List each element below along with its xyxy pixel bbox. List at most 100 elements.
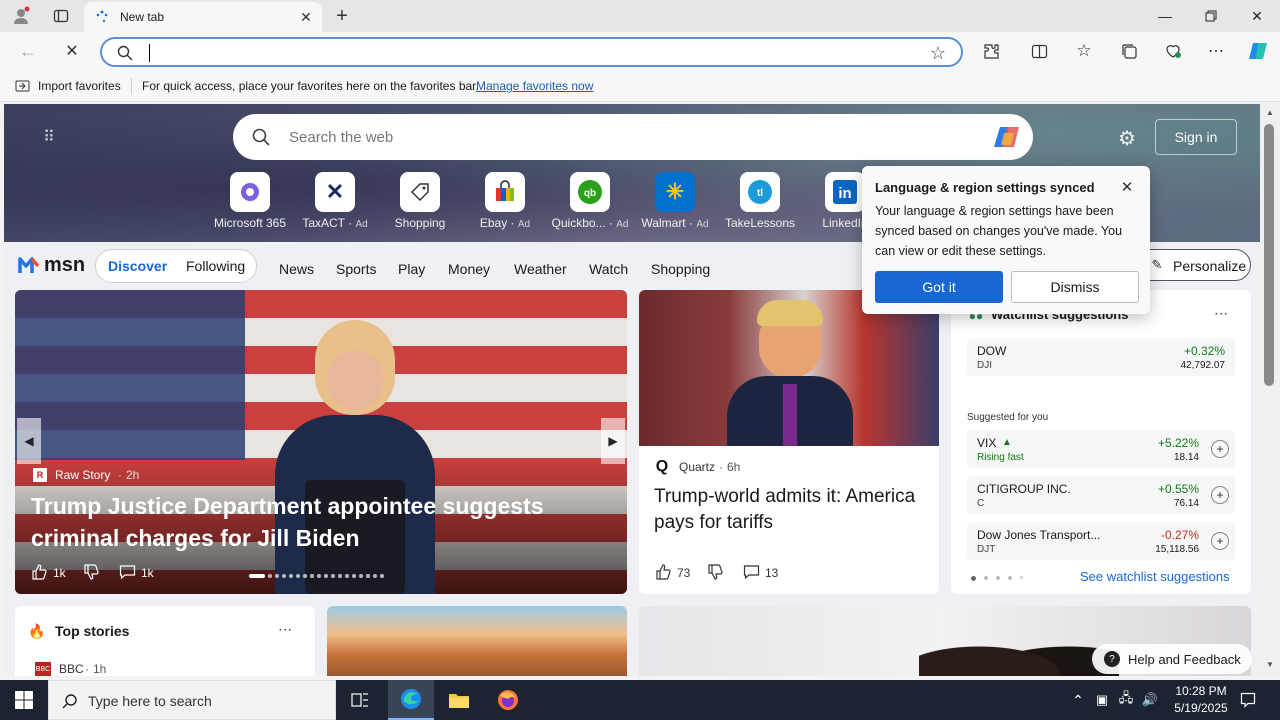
second-story-card[interactable]: Q Quartz · 6h Trump-world admits it: Ame… bbox=[639, 290, 939, 594]
tab-following[interactable]: Following bbox=[186, 258, 245, 274]
tab-actions-icon[interactable] bbox=[48, 4, 74, 28]
personalize-label: Personalize bbox=[1173, 258, 1247, 274]
close-popup-icon[interactable]: ✕ bbox=[1118, 178, 1136, 196]
add-to-watchlist-icon[interactable]: + bbox=[1211, 440, 1229, 458]
scroll-up-arrow[interactable]: ▲ bbox=[1262, 106, 1278, 118]
address-bar[interactable]: ☆ bbox=[100, 37, 963, 67]
import-favorites-link[interactable]: Import favorites bbox=[38, 79, 121, 93]
source-dot: · bbox=[85, 662, 89, 676]
split-screen-icon[interactable] bbox=[1028, 40, 1050, 62]
new-tab-icon[interactable]: + bbox=[330, 4, 354, 28]
minimize-button[interactable]: — bbox=[1142, 0, 1188, 32]
prev-story-arrow[interactable]: ◀ bbox=[17, 418, 41, 464]
tab-new-tab[interactable]: New tab ✕ bbox=[84, 2, 322, 32]
canyon-image-card[interactable] bbox=[327, 606, 627, 676]
favorites-icon[interactable]: ☆ bbox=[1073, 40, 1095, 62]
more-options-icon[interactable]: ⋯ bbox=[275, 620, 295, 638]
watchlist-pager-dots[interactable] bbox=[971, 576, 1023, 581]
like-icon[interactable] bbox=[29, 562, 49, 582]
notifications-icon[interactable] bbox=[1236, 680, 1260, 720]
apps-grid-icon[interactable]: ⠿ bbox=[38, 126, 60, 148]
dislike-icon[interactable] bbox=[81, 562, 101, 582]
stock-row-vix[interactable]: VIX ▲ Rising fast +5.22% 18.14 + bbox=[967, 430, 1235, 468]
settings-gear-icon[interactable]: ⚙ bbox=[1114, 126, 1140, 150]
ad-badge: Ad bbox=[616, 219, 629, 230]
nav-sports[interactable]: Sports bbox=[336, 261, 376, 277]
scroll-down-arrow[interactable]: ▼ bbox=[1262, 658, 1278, 670]
scroll-thumb[interactable] bbox=[1264, 124, 1274, 386]
add-to-watchlist-icon[interactable]: + bbox=[1211, 486, 1229, 504]
more-menu-icon[interactable]: ⋯ bbox=[1205, 40, 1227, 62]
nav-news[interactable]: News bbox=[279, 261, 314, 277]
taskbar-search-placeholder: Type here to search bbox=[88, 693, 212, 709]
msn-logo-text[interactable]: msn bbox=[44, 254, 85, 277]
browser-essentials-icon[interactable] bbox=[1162, 40, 1184, 62]
see-watchlist-link[interactable]: See watchlist suggestions bbox=[1080, 569, 1230, 584]
dismiss-button[interactable]: Dismiss bbox=[1011, 271, 1139, 303]
back-icon[interactable]: ← bbox=[16, 40, 40, 62]
quicklink-taxact[interactable]: ✕ TaxACT · Ad bbox=[295, 172, 375, 230]
quicklink-takelessons[interactable]: tl TakeLessons bbox=[720, 172, 800, 230]
sign-in-button[interactable]: Sign in bbox=[1155, 119, 1237, 155]
profile-icon[interactable] bbox=[8, 4, 34, 28]
stock-name: Dow Jones Transport... bbox=[977, 528, 1101, 542]
more-options-icon[interactable]: ⋯ bbox=[1211, 304, 1231, 322]
main-story-card[interactable]: ◀ ▶ R Raw Story · 2h Trump Justice Depar… bbox=[15, 290, 627, 594]
copilot-icon[interactable] bbox=[991, 122, 1023, 152]
quicklink-ebay[interactable]: Ebay · Ad bbox=[465, 172, 545, 230]
copilot-icon[interactable] bbox=[1246, 39, 1270, 63]
windows-start-icon[interactable] bbox=[0, 680, 48, 720]
quicklink-microsoft-365[interactable]: Microsoft 365 bbox=[210, 172, 290, 230]
nav-money[interactable]: Money bbox=[448, 261, 490, 277]
clock-time[interactable]: 10:28 PM bbox=[1170, 684, 1232, 698]
close-tab-icon[interactable]: ✕ bbox=[298, 9, 314, 25]
personalize-button[interactable]: ✎ Personalize bbox=[1134, 249, 1251, 281]
navigation-toolbar: ← ✕ ☆ ☆ ⋯ bbox=[0, 32, 1280, 70]
web-search-box[interactable]: Search the web bbox=[233, 114, 1033, 160]
raw-story-logo-icon: R bbox=[33, 468, 47, 482]
quicklink-shopping[interactable]: Shopping bbox=[380, 172, 460, 230]
help-feedback-button[interactable]: ? Help and Feedback bbox=[1092, 644, 1252, 674]
close-window-button[interactable]: ✕ bbox=[1234, 0, 1280, 32]
task-view-icon[interactable] bbox=[340, 680, 380, 720]
stock-row-djt[interactable]: Dow Jones Transport... DJT -0.27% 15,118… bbox=[967, 522, 1235, 560]
file-explorer-icon[interactable] bbox=[438, 680, 480, 720]
clock-date[interactable]: 5/19/2025 bbox=[1166, 701, 1236, 715]
extensions-icon[interactable] bbox=[980, 40, 1002, 62]
stock-row-dow[interactable]: DOW DJI +0.32% 42,792.07 bbox=[967, 338, 1235, 376]
show-hidden-icons[interactable]: ⌃ bbox=[1068, 680, 1088, 720]
manage-favorites-link[interactable]: Manage favorites now bbox=[476, 79, 593, 93]
next-story-arrow[interactable]: ▶ bbox=[601, 418, 625, 464]
story-headline[interactable]: Trump Justice Department appointee sugge… bbox=[31, 490, 591, 554]
nav-shopping[interactable]: Shopping bbox=[651, 261, 710, 277]
taskbar-search[interactable]: Type here to search bbox=[48, 680, 336, 720]
tab-discover[interactable]: Discover bbox=[108, 258, 167, 274]
network-icon[interactable]: 🖧 bbox=[1116, 680, 1136, 720]
quicklink-quickbooks[interactable]: qb Quickbo... · Ad bbox=[550, 172, 630, 230]
firefox-icon[interactable] bbox=[486, 680, 530, 720]
story-headline[interactable]: Trump-world admits it: America pays for … bbox=[654, 484, 924, 536]
stock-price: 15,118.56 bbox=[1155, 544, 1199, 555]
nav-play[interactable]: Play bbox=[398, 261, 425, 277]
page-scrollbar[interactable]: ▲ ▼ bbox=[1260, 104, 1280, 676]
device-icon[interactable]: ▣ bbox=[1092, 680, 1112, 720]
stop-loading-icon[interactable]: ✕ bbox=[60, 40, 84, 62]
like-icon[interactable] bbox=[653, 562, 673, 582]
carousel-dots[interactable] bbox=[249, 573, 399, 578]
stock-ticker: DJI bbox=[977, 360, 992, 371]
stock-row-citigroup[interactable]: CITIGROUP INC. C +0.55% 76.14 + bbox=[967, 476, 1235, 514]
volume-icon[interactable]: 🔊 bbox=[1140, 680, 1160, 720]
comment-icon[interactable] bbox=[741, 562, 761, 582]
comment-icon[interactable] bbox=[117, 562, 137, 582]
dislike-icon[interactable] bbox=[705, 562, 725, 582]
collections-icon[interactable] bbox=[1118, 40, 1140, 62]
quicklink-walmart[interactable]: ✳ Walmart · Ad bbox=[635, 172, 715, 230]
star-icon[interactable]: ☆ bbox=[928, 43, 948, 63]
got-it-button[interactable]: Got it bbox=[875, 271, 1003, 303]
edge-taskbar-icon[interactable] bbox=[388, 680, 434, 720]
add-to-watchlist-icon[interactable]: + bbox=[1211, 532, 1229, 550]
restore-button[interactable] bbox=[1188, 0, 1234, 32]
nav-watch[interactable]: Watch bbox=[589, 261, 628, 277]
nav-weather[interactable]: Weather bbox=[514, 261, 567, 277]
msn-logo-icon[interactable] bbox=[16, 252, 44, 278]
